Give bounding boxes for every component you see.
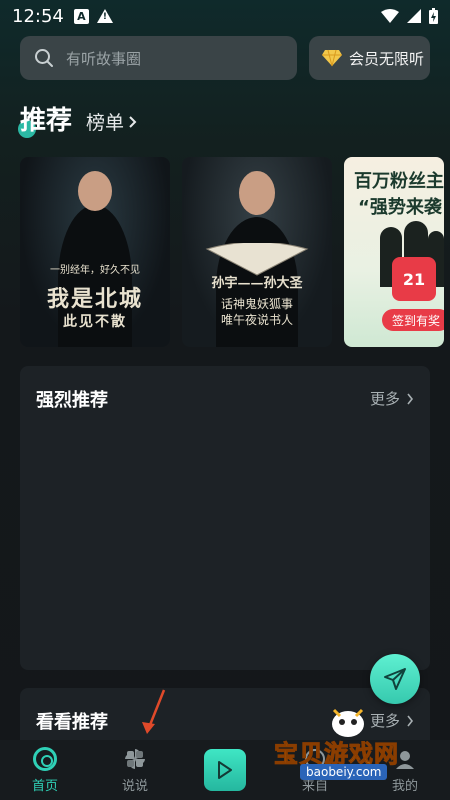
strong-recommend-card: 强烈推荐 更多 xyxy=(20,366,430,670)
calendar-icon: 21 xyxy=(392,257,436,301)
checkin-reward-badge: 签到有奖 xyxy=(382,309,444,331)
nav-shuoshuo[interactable]: 说说 xyxy=(90,740,180,800)
wifi-icon xyxy=(381,9,399,23)
banner-sun-yu[interactable]: 孙宇——孙大圣 话神鬼妖狐事 唯午夜说书人 xyxy=(182,157,332,347)
battery-icon xyxy=(429,8,438,24)
nav-play[interactable] xyxy=(180,740,270,800)
mascot-icon xyxy=(332,708,364,737)
banner-line-2: 唯午夜说书人 xyxy=(220,313,293,327)
banner-carousel[interactable]: 一别经年，好久不见 我是北城 此见不散 孙宇——孙大圣 话神鬼妖狐事 唯午夜说书… xyxy=(20,157,444,347)
annotation-arrow-icon xyxy=(142,689,166,734)
watermark-url: baobeiy.com xyxy=(300,764,388,780)
chevron-right-icon xyxy=(129,115,137,128)
banner-title: 孙宇——孙大圣 xyxy=(211,276,303,291)
banner-title-1: 百万粉丝主 xyxy=(354,171,444,192)
search-icon xyxy=(35,49,53,67)
banner-tagline: 此见不散 xyxy=(63,314,127,330)
banner-line-1: 话神鬼妖狐事 xyxy=(220,297,293,311)
watermark: 宝贝游戏网 baobeiy.com xyxy=(272,700,450,790)
chevron-right-icon xyxy=(407,393,414,404)
vip-label: 会员无限听 xyxy=(349,49,425,68)
paper-plane-icon xyxy=(384,668,406,690)
tab-rank[interactable]: 榜单 xyxy=(86,108,138,135)
play-icon xyxy=(204,749,246,791)
vip-button[interactable]: 会员无限听 xyxy=(309,36,430,80)
publish-button[interactable] xyxy=(370,654,420,704)
tab-recommend[interactable]: 推荐 xyxy=(18,100,72,138)
banner-checkin[interactable]: 百万粉丝主 “强势来袭 21 签到有奖 xyxy=(344,157,444,347)
search-input[interactable]: 有听故事圈 xyxy=(20,36,297,80)
search-placeholder: 有听故事圈 xyxy=(66,49,142,68)
status-system-icons xyxy=(381,8,438,24)
banner-title: 我是北城 xyxy=(46,286,143,312)
nav-label: 说说 xyxy=(121,778,148,794)
banner-subtitle: 一别经年，好久不见 xyxy=(50,265,140,276)
nav-home[interactable]: 首页 xyxy=(0,740,90,800)
diamond-icon xyxy=(322,49,342,67)
more-link[interactable]: 更多 xyxy=(370,388,414,409)
narrator-head xyxy=(78,171,112,211)
signal-icon xyxy=(407,9,421,23)
status-notification-icons: A ! xyxy=(73,8,113,24)
a-notification-icon: A xyxy=(73,8,89,24)
card-title: 强烈推荐 xyxy=(36,390,108,411)
section-tabs: 推荐 榜单 xyxy=(18,100,138,138)
status-time: 12:54 xyxy=(12,5,64,27)
card-title: 看看推荐 xyxy=(36,712,108,733)
nav-label: 首页 xyxy=(31,778,58,794)
warning-icon: ! xyxy=(96,9,113,23)
banner-wo-shi-bei-cheng[interactable]: 一别经年，好久不见 我是北城 此见不散 xyxy=(20,157,170,347)
banner-title-2: “强势来袭 xyxy=(358,197,442,218)
narrator-head xyxy=(239,171,275,215)
status-bar: 12:54 A ! xyxy=(0,0,450,32)
home-icon xyxy=(33,746,57,771)
pinwheel-icon xyxy=(125,748,145,769)
